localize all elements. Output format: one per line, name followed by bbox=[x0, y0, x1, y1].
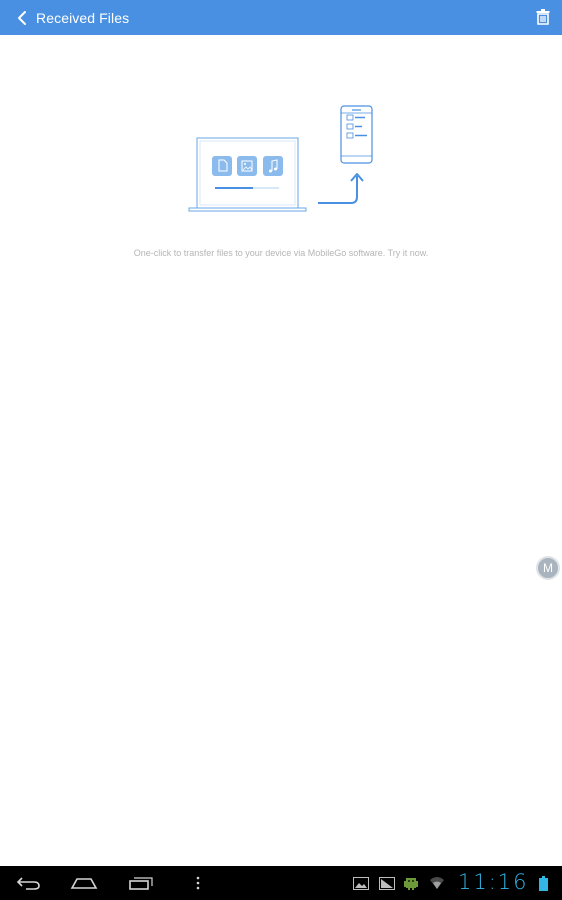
nav-recent-apps-button[interactable] bbox=[126, 873, 156, 893]
transfer-illustration bbox=[188, 105, 373, 212]
android-notification-icon[interactable] bbox=[403, 876, 419, 890]
trash-icon bbox=[536, 9, 550, 25]
recent-apps-icon bbox=[129, 877, 153, 890]
transfer-hint-text: One-click to transfer files to your devi… bbox=[133, 248, 429, 258]
gallery-notification-icon[interactable] bbox=[353, 876, 369, 890]
nav-menu-button[interactable] bbox=[183, 873, 213, 893]
phone-icon bbox=[340, 105, 373, 164]
battery-icon bbox=[538, 875, 548, 891]
action-bar: Received Files bbox=[0, 0, 562, 35]
home-icon bbox=[70, 878, 98, 889]
page-title: Received Files bbox=[36, 9, 130, 26]
nav-back-button[interactable] bbox=[14, 873, 44, 893]
clock: 11:16 bbox=[458, 870, 529, 894]
menu-icon bbox=[196, 876, 200, 890]
app-root: Received Files One-click to transfer fil… bbox=[0, 0, 562, 900]
chevron-left-icon bbox=[18, 10, 26, 25]
delete-button[interactable] bbox=[534, 8, 552, 26]
transfer-arrow-icon bbox=[318, 173, 364, 204]
wifi-icon bbox=[429, 876, 445, 890]
system-bar: 11:16 bbox=[0, 866, 562, 900]
screenshot-notification-icon[interactable] bbox=[379, 876, 395, 890]
laptop-icon bbox=[188, 137, 307, 212]
back-button[interactable] bbox=[8, 0, 36, 35]
mobilego-floating-button[interactable]: M bbox=[536, 556, 560, 580]
back-icon bbox=[16, 877, 40, 890]
nav-home-button[interactable] bbox=[69, 873, 99, 893]
